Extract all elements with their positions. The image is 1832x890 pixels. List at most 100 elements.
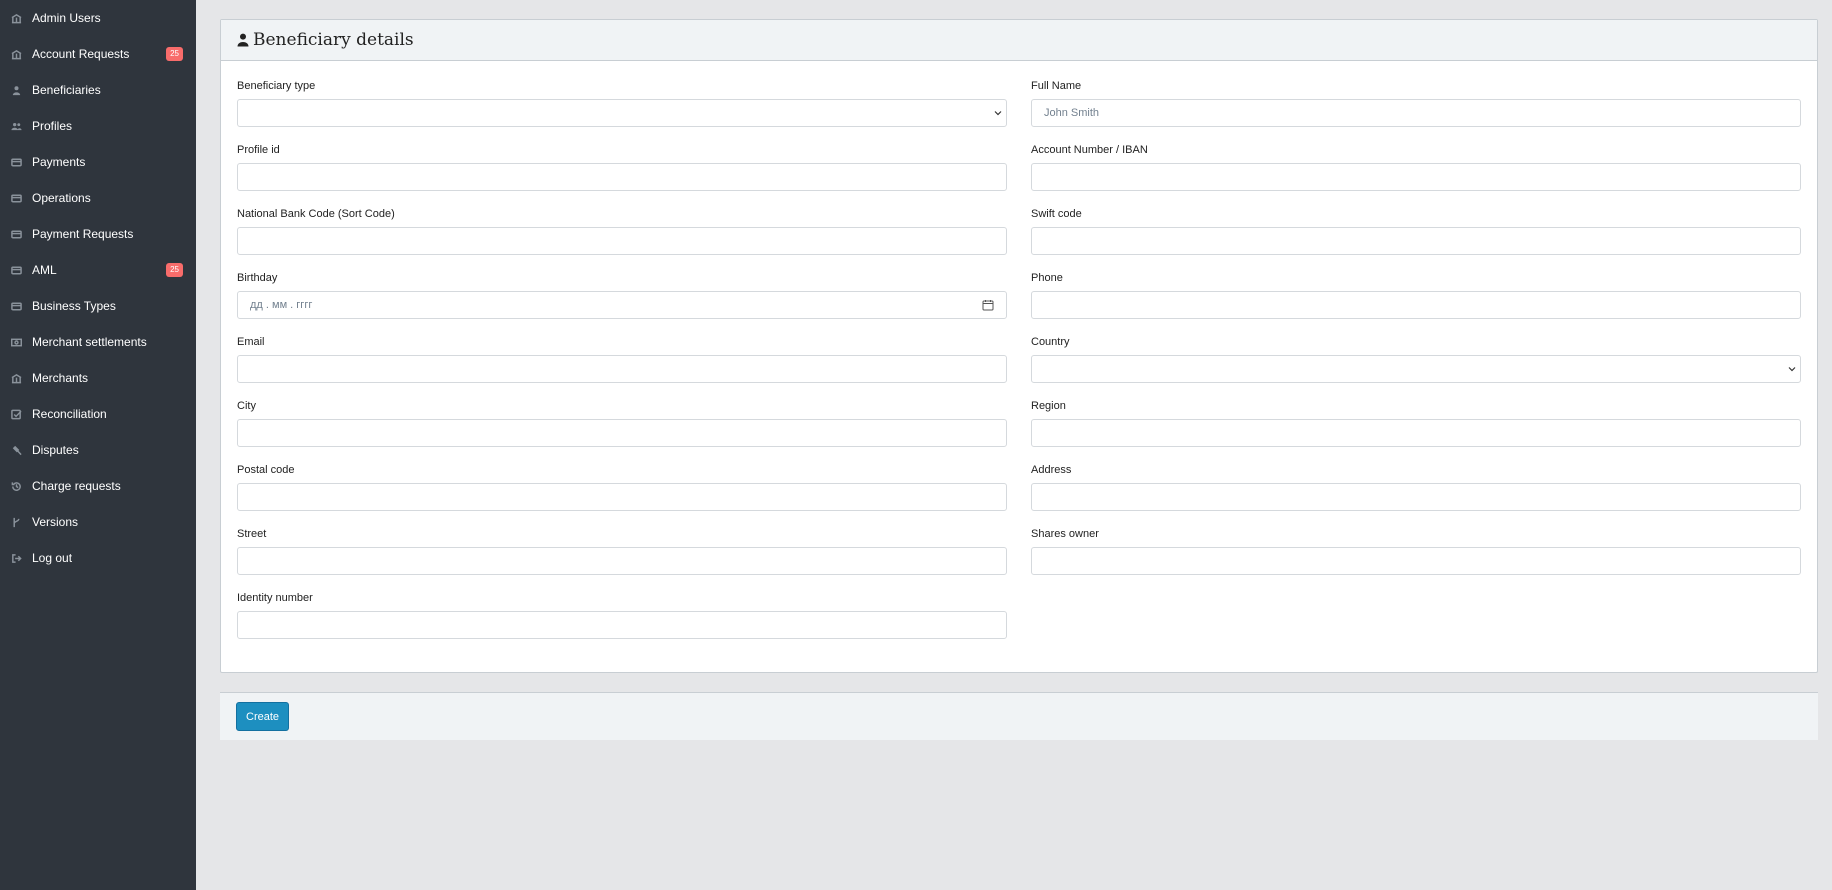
form-footer: Create — [220, 692, 1818, 740]
city-input[interactable] — [237, 419, 1007, 447]
sidebar-item-versions[interactable]: Versions — [0, 504, 196, 540]
sidebar-item-payments[interactable]: Payments — [0, 144, 196, 180]
field-label: Address — [1031, 464, 1072, 476]
count-badge: 25 — [166, 263, 183, 277]
sidebar-item-label: Charge requests — [32, 479, 121, 493]
field-profile-id: Profile id — [237, 144, 1007, 208]
beneficiary-type-select[interactable] — [237, 99, 1007, 127]
field-swift-code: Swift code — [1031, 208, 1801, 272]
branch-icon — [10, 516, 22, 528]
check-square-icon — [10, 408, 22, 420]
sidebar-item-payment-requests[interactable]: Payment Requests — [0, 216, 196, 252]
sidebar: Admin Users Account Requests 25 Benefici… — [0, 0, 196, 890]
sidebar-item-label: Beneficiaries — [32, 83, 101, 97]
user-icon — [10, 84, 22, 96]
birthday-date-input[interactable]: дд . мм . гггг — [237, 291, 1007, 319]
identity-number-input[interactable] — [237, 611, 1007, 639]
sidebar-item-label: Payments — [32, 155, 86, 169]
sidebar-item-business-types[interactable]: Business Types — [0, 288, 196, 324]
sidebar-item-disputes[interactable]: Disputes — [0, 432, 196, 468]
sidebar-item-label: Business Types — [32, 299, 116, 313]
field-label: Beneficiary type — [237, 80, 316, 92]
sidebar-item-label: Versions — [32, 515, 79, 529]
field-city: City — [237, 400, 1007, 464]
sidebar-item-label: Reconciliation — [32, 407, 107, 421]
sidebar-item-label: Log out — [32, 551, 73, 565]
field-email: Email — [237, 336, 1007, 400]
national-bank-code-input[interactable] — [237, 227, 1007, 255]
field-label: Birthday — [237, 272, 278, 284]
sidebar-item-log-out[interactable]: Log out — [0, 540, 196, 576]
main-content: Beneficiary details Beneficiary type Ful… — [220, 19, 1818, 740]
field-label: Phone — [1031, 272, 1063, 284]
sidebar-item-label: Account Requests — [32, 47, 130, 61]
sidebar-item-account-requests[interactable]: Account Requests 25 — [0, 36, 196, 72]
sidebar-item-merchants[interactable]: Merchants — [0, 360, 196, 396]
sidebar-item-label: Profiles — [32, 119, 73, 133]
money-icon — [10, 336, 22, 348]
beneficiary-card: Beneficiary details Beneficiary type Ful… — [220, 19, 1818, 673]
people-icon — [10, 120, 22, 132]
sidebar-item-charge-requests[interactable]: Charge requests — [0, 468, 196, 504]
sidebar-item-label: Operations — [32, 191, 91, 205]
history-icon — [10, 480, 22, 492]
sidebar-item-profiles[interactable]: Profiles — [0, 108, 196, 144]
sidebar-item-merchant-settlements[interactable]: Merchant settlements — [0, 324, 196, 360]
field-birthday: Birthday дд . мм . гггг — [237, 272, 1007, 336]
field-full-name: Full Name John Smith — [1031, 80, 1801, 144]
field-identity-number: Identity number — [237, 592, 1007, 656]
bank-icon — [10, 372, 22, 384]
calendar-icon[interactable] — [982, 299, 994, 311]
field-label: Profile id — [237, 144, 280, 156]
sidebar-item-label: Disputes — [32, 443, 79, 457]
sidebar-item-admin-users[interactable]: Admin Users — [0, 0, 196, 36]
credit-card-icon — [10, 228, 22, 240]
field-label: Country — [1031, 336, 1070, 348]
field-label: Street — [237, 528, 267, 540]
sidebar-item-label: Merchant settlements — [32, 335, 147, 349]
bank-icon — [10, 48, 22, 60]
create-button[interactable]: Create — [236, 702, 290, 731]
email-input[interactable] — [237, 355, 1007, 383]
logout-icon — [10, 552, 22, 564]
account-number-input[interactable] — [1031, 163, 1801, 191]
field-label: Account Number / IBAN — [1031, 144, 1148, 156]
sidebar-item-label: Admin Users — [32, 11, 101, 25]
field-street: Street — [237, 528, 1007, 592]
sidebar-item-aml[interactable]: AML 25 — [0, 252, 196, 288]
region-input[interactable] — [1031, 419, 1801, 447]
credit-card-icon — [10, 300, 22, 312]
user-icon — [237, 33, 249, 47]
credit-card-icon — [10, 156, 22, 168]
address-input[interactable] — [1031, 483, 1801, 511]
swift-code-input[interactable] — [1031, 227, 1801, 255]
beneficiary-form: Beneficiary type Full Name John Smith Pr… — [221, 61, 1817, 672]
profile-id-input[interactable] — [237, 163, 1007, 191]
bank-icon — [10, 12, 22, 24]
field-label: Region — [1031, 400, 1066, 412]
field-national-bank-code: National Bank Code (Sort Code) — [237, 208, 1007, 272]
street-input[interactable] — [237, 547, 1007, 575]
shares-owner-input[interactable] — [1031, 547, 1801, 575]
field-shares-owner: Shares owner — [1031, 528, 1801, 592]
sidebar-item-beneficiaries[interactable]: Beneficiaries — [0, 72, 196, 108]
sidebar-item-reconciliation[interactable]: Reconciliation — [0, 396, 196, 432]
phone-input[interactable] — [1031, 291, 1801, 319]
count-badge: 25 — [166, 47, 183, 61]
input-placeholder: дд . мм . гггг — [250, 299, 313, 311]
field-region: Region — [1031, 400, 1801, 464]
field-label: Identity number — [237, 592, 313, 604]
field-label: Shares owner — [1031, 528, 1099, 540]
field-beneficiary-type: Beneficiary type — [237, 80, 1007, 144]
sidebar-item-label: AML — [32, 263, 57, 277]
field-account-number: Account Number / IBAN — [1031, 144, 1801, 208]
country-select[interactable] — [1031, 355, 1801, 383]
field-label: National Bank Code (Sort Code) — [237, 208, 395, 220]
chevron-down-icon — [1788, 367, 1796, 372]
sidebar-item-operations[interactable]: Operations — [0, 180, 196, 216]
field-label: Swift code — [1031, 208, 1082, 220]
postal-code-input[interactable] — [237, 483, 1007, 511]
sidebar-item-label: Merchants — [32, 371, 89, 385]
field-label: City — [237, 400, 256, 412]
full-name-input[interactable]: John Smith — [1031, 99, 1801, 127]
